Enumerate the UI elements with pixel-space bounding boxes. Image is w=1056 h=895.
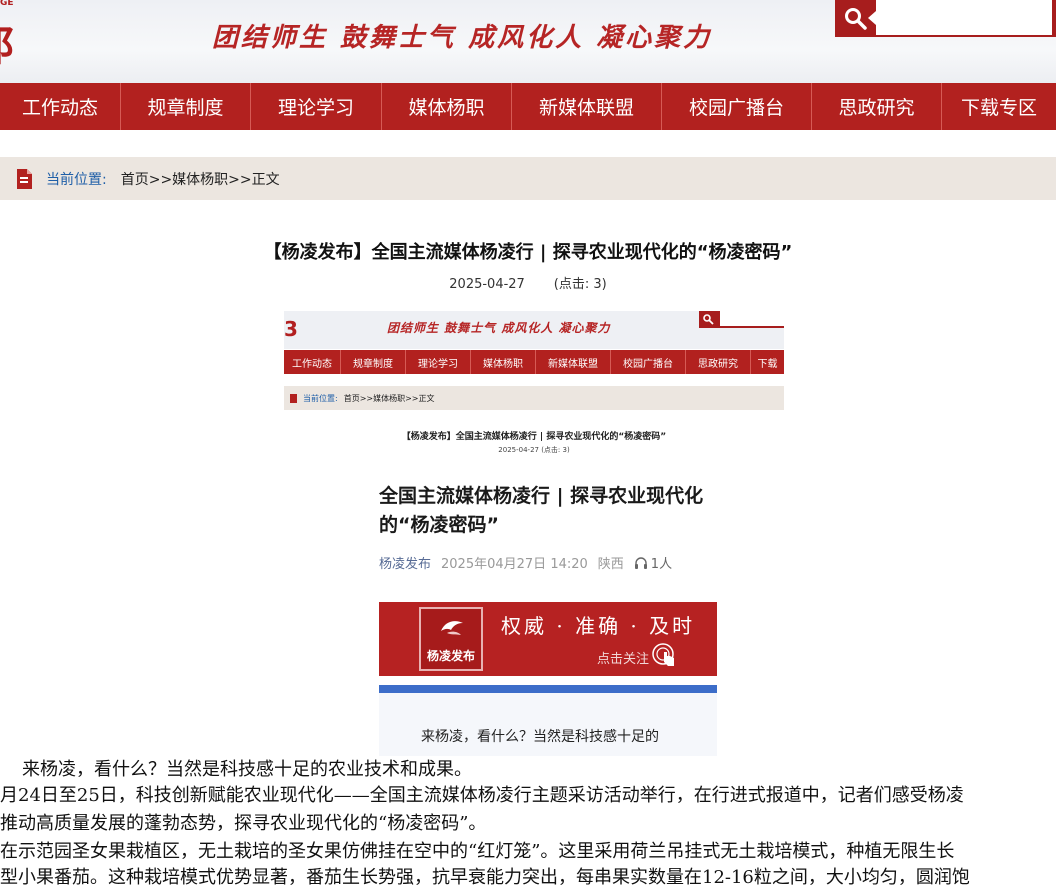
embedded-nav-item: 校园广播台	[611, 350, 686, 374]
card-body-bg	[379, 693, 717, 756]
embedded-breadcrumb-path: 首页>>媒体杨职>>正文	[343, 393, 435, 403]
embedded-title: 【杨凌发布】全国主流媒体杨凌行 | 探寻农业现代化的“杨凌密码”	[401, 432, 667, 442]
wechat-region: 陕西	[597, 557, 624, 572]
article-paragraph: 月24日至25日，科技创新赋能农业现代化——全国主流媒体杨凌行主题采访活动举行，…	[0, 785, 964, 806]
article-title: 【杨凌发布】全国主流媒体杨凌行 | 探寻农业现代化的“杨凌密码”	[263, 242, 793, 263]
wechat-article-meta: 杨凌发布 2025年04月27日 14:20 陕西 1人	[379, 553, 672, 572]
embedded-search-input	[720, 311, 784, 326]
embedded-nav-item: 规章制度	[341, 350, 406, 374]
breadcrumb: 当前位置: 首页>>媒体杨职>>正文	[0, 157, 1056, 200]
article-date: 2025-04-27	[449, 277, 525, 292]
wechat-first-line: 来杨凌，看什么？当然是科技感十足的	[421, 729, 659, 745]
promo-tagline: 权威 · 准确 · 及时	[501, 614, 696, 638]
embedded-nav: 工作动态 规章制度 理论学习 媒体杨职 新媒体联盟 校园广播台 思政研究 下载	[284, 350, 784, 374]
wechat-datetime: 2025年04月27日 14:20	[441, 557, 588, 572]
nav-item-campus-radio[interactable]: 校园广播台	[662, 83, 812, 130]
embedded-nav-item: 思政研究	[686, 350, 751, 374]
embedded-nav-item: 媒体杨职	[471, 350, 536, 374]
headphones-icon	[634, 556, 647, 569]
embedded-screenshot-image: 3 团结师生 鼓舞士气 成风化人 凝心聚力 工作动态 规章制度 理论学习 媒体杨…	[284, 311, 784, 476]
article-paragraph: 型小果番茄。这种栽培模式优势显著，番茄生长势强，抗早衰能力突出，每串果实数量在1…	[0, 867, 970, 888]
search-icon[interactable]	[843, 6, 869, 32]
logo-mark: 阝	[0, 23, 32, 70]
breadcrumb-label: 当前位置:	[46, 171, 107, 188]
embedded-meta: 2025-04-27 (点击: 3)	[498, 446, 570, 454]
search-input[interactable]	[876, 0, 1052, 35]
nav-item-downloads[interactable]: 下载专区	[942, 83, 1056, 130]
promo-banner: 杨凌发布 权威 · 准确 · 及时 点击关注	[379, 602, 717, 676]
article-clicks: (点击: 3)	[553, 277, 607, 292]
embedded-logo: 3	[284, 317, 298, 341]
bird-logo-icon	[441, 621, 463, 635]
nav-item-work-news[interactable]: 工作动态	[0, 83, 121, 130]
wechat-source: 杨凌发布	[379, 557, 432, 572]
document-icon	[17, 168, 32, 189]
tap-hand-icon	[652, 643, 674, 666]
embedded-nav-item: 工作动态	[284, 350, 341, 374]
article-paragraph: 在示范园圣女果栽植区，无土栽培的圣女果仿佛挂在空中的“红灯笼”。这里采用荷兰吊挂…	[0, 841, 955, 862]
promo-follow: 点击关注	[597, 652, 650, 667]
search-notch	[868, 11, 876, 25]
article-paragraph: 来杨凌，看什么？当然是科技感十足的农业技术和成果。	[22, 759, 472, 780]
nav-item-regulations[interactable]: 规章制度	[121, 83, 251, 130]
main-nav: 工作动态 规章制度 理论学习 媒体杨职 新媒体联盟 校园广播台 思政研究 下载专…	[0, 83, 1056, 130]
nav-item-ideology-research[interactable]: 思政研究	[812, 83, 942, 130]
embedded-search-icon	[703, 314, 714, 325]
embedded-nav-item: 下载	[757, 358, 778, 370]
embedded-nav-item: 新媒体联盟	[536, 350, 611, 374]
promo-logo: 杨凌发布	[419, 607, 483, 671]
embedded-slogan: 团结师生 鼓舞士气 成风化人 凝心聚力	[387, 321, 611, 335]
logo-text-fragment: GE	[0, 0, 14, 8]
nav-item-theory-study[interactable]: 理论学习	[251, 83, 382, 130]
article-paragraph: 推动高质量发展的蓬勃态势，探寻农业现代化的“杨凌密码”。	[0, 813, 487, 834]
embedded-breadcrumb-label: 当前位置:	[303, 393, 338, 403]
wechat-article-image: 全国主流媒体杨凌行 | 探寻农业现代化的“杨凌密码” 杨凌发布 2025年04月…	[361, 476, 736, 756]
wechat-article-title: 全国主流媒体杨凌行 | 探寻农业现代化的“杨凌密码”	[379, 485, 704, 536]
site-logo[interactable]: GE 阝	[0, 0, 32, 70]
embedded-breadcrumb: 当前位置: 首页>>媒体杨职>>正文	[284, 386, 784, 410]
site-banner: GE 阝 团结师生 鼓舞士气 成风化人 凝心聚力	[0, 0, 1056, 83]
nav-item-new-media[interactable]: 新媒体联盟	[512, 83, 662, 130]
breadcrumb-path[interactable]: 首页>>媒体杨职>>正文	[121, 169, 280, 189]
card-divider-bar	[379, 685, 717, 693]
site-slogan: 团结师生 鼓舞士气 成风化人 凝心聚力	[212, 23, 713, 53]
wechat-listeners: 1人	[634, 553, 672, 572]
embedded-nav-item: 理论学习	[406, 350, 471, 374]
article-meta: 2025-04-27 (点击: 3)	[0, 273, 1056, 292]
promo-logo-text: 杨凌发布	[426, 649, 475, 663]
nav-item-media[interactable]: 媒体杨职	[382, 83, 512, 130]
embedded-document-icon	[290, 393, 297, 403]
